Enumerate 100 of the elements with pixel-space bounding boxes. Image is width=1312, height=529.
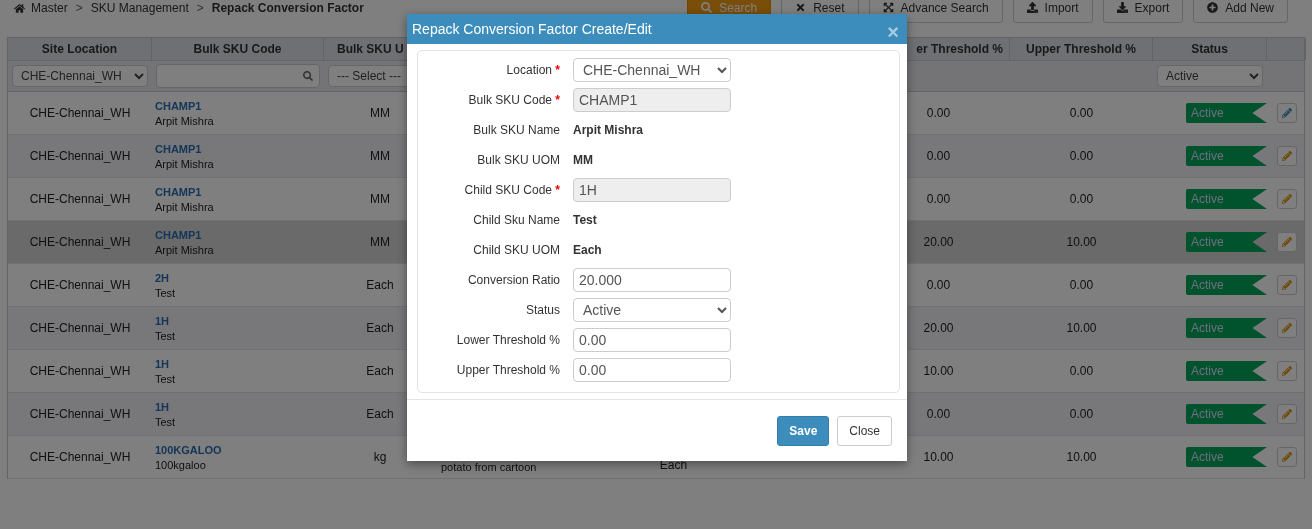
close-icon [795,2,807,13]
field-label: Status [524,303,560,317]
table-cell: 10.00 [1066,321,1097,335]
select-field[interactable]: CHE-Chennai_WH [573,58,731,82]
table-cell: 0.00 [1069,106,1094,120]
site-filter[interactable]: CHE-Chennai_WH [12,65,148,87]
sku-code-link[interactable]: CHAMP1 [155,228,324,241]
toolbar-button[interactable]: Add New [1193,0,1288,23]
table-cell: 0.00 [926,278,951,292]
sku-code-link[interactable]: CHAMP1 [155,185,324,198]
field-value: Each [573,243,602,257]
input-field[interactable]: CHAMP1 [573,88,731,112]
field-label: Child SKU Code * [463,183,560,197]
edit-button[interactable] [1276,404,1297,424]
status-badge: Active [1186,318,1267,338]
sku-name: Arpit Mishra [155,243,215,256]
sku-code-link[interactable]: 1H [155,314,324,327]
field-label: Upper Threshold % [455,363,560,377]
sku-code-link[interactable]: CHAMP1 [155,142,324,155]
table-cell: 20.00 [923,321,954,335]
save-button[interactable]: Save [777,416,830,446]
edit-button[interactable] [1276,275,1297,295]
sku-name: Arpit Mishra [155,200,215,213]
table-cell: MM [370,235,390,249]
table-cell: 0.00 [1069,407,1094,421]
home-icon [14,2,25,14]
edit-button[interactable] [1276,447,1297,467]
sku-name: potato from cartoon [441,461,538,473]
field-label: Child SKU UOM [472,243,560,257]
sku-name: Test [155,286,177,299]
status-badge: Active [1186,404,1267,424]
close-button[interactable]: Close [837,416,892,446]
table-cell: CHE-Chennai_WH [29,407,131,421]
table-cell: 0.00 [1069,364,1094,378]
table-cell: 0.00 [1069,149,1094,163]
edit-button[interactable] [1276,189,1297,209]
input-field[interactable]: 1H [573,178,731,202]
edit-button[interactable] [1276,361,1297,381]
field-label: Bulk SKU Code * [467,93,560,107]
field-value: Arpit Mishra [573,123,643,137]
status-badge: Active [1186,232,1267,252]
table-cell: CHE-Chennai_WH [29,149,131,163]
search-icon [701,2,713,13]
table-cell: 0.00 [926,149,951,163]
table-cell: CHE-Chennai_WH [29,192,131,206]
table-cell: CHE-Chennai_WH [29,450,131,464]
status-badge: Active [1186,447,1267,467]
table-cell: Each [366,407,394,421]
field-label: Bulk SKU UOM [476,153,560,167]
table-cell: CHE-Chennai_WH [29,321,131,335]
table-cell: Each [366,321,394,335]
table-cell: MM [370,106,390,120]
status-filter[interactable]: Active [1157,65,1263,87]
sku-name: Test [155,415,177,428]
pencil-icon [1281,280,1292,290]
sku-code-link[interactable]: 2H [155,271,324,284]
search-field[interactable] [156,64,320,88]
search-icon [303,71,313,81]
status-badge: Active [1186,275,1267,295]
pencil-icon [1281,151,1292,161]
edit-button[interactable] [1276,318,1297,338]
status-badge: Active [1186,361,1267,381]
toolbar-button[interactable]: Export [1102,0,1184,23]
input-field[interactable]: 0.00 [573,358,731,382]
breadcrumb-link[interactable]: Master [14,1,68,15]
sku-name: Test [155,372,177,385]
table-cell: 20.00 [923,235,954,249]
toolbar-button[interactable]: Import [1012,0,1093,23]
edit-button[interactable] [1276,103,1297,123]
breadcrumb-link[interactable]: SKU Management [90,1,189,15]
status-badge: Active [1186,146,1267,166]
table-cell: CHE-Chennai_WH [29,235,131,249]
sku-name: Test [155,329,177,342]
field-label: Conversion Ratio [466,273,560,287]
input-field[interactable]: 20.000 [573,268,731,292]
dialog-title: Repack Conversion Factor Create/Edit [412,21,652,37]
field-label: Lower Threshold % [455,333,560,347]
sku-code-link[interactable]: 1H [155,400,324,413]
table-cell: MM [370,192,390,206]
upload-icon [1026,2,1038,13]
table-cell: kg [373,450,387,464]
column-header: Bulk SKU U [337,42,404,56]
field-value: MM [573,153,593,167]
table-cell: 0.00 [926,407,951,421]
sku-code-link[interactable]: 1H [155,357,324,370]
table-cell: CHE-Chennai_WH [29,278,131,292]
table-cell: 0.00 [926,192,951,206]
edit-button[interactable] [1276,232,1297,252]
sku-code-link[interactable]: 100KGALOO [155,443,324,456]
column-header: Bulk SKU Code [193,42,282,56]
table-cell: 10.00 [923,364,954,378]
sku-code-link[interactable]: CHAMP1 [155,99,324,112]
select-field[interactable]: Active [573,298,731,322]
column-header: er Threshold % [916,42,1003,56]
table-cell: 10.00 [1066,235,1097,249]
status-badge: Active [1186,103,1267,123]
edit-button[interactable] [1276,146,1297,166]
table-cell: CHE-Chennai_WH [29,364,131,378]
table-cell: 0.00 [1069,192,1094,206]
input-field[interactable]: 0.00 [573,328,731,352]
